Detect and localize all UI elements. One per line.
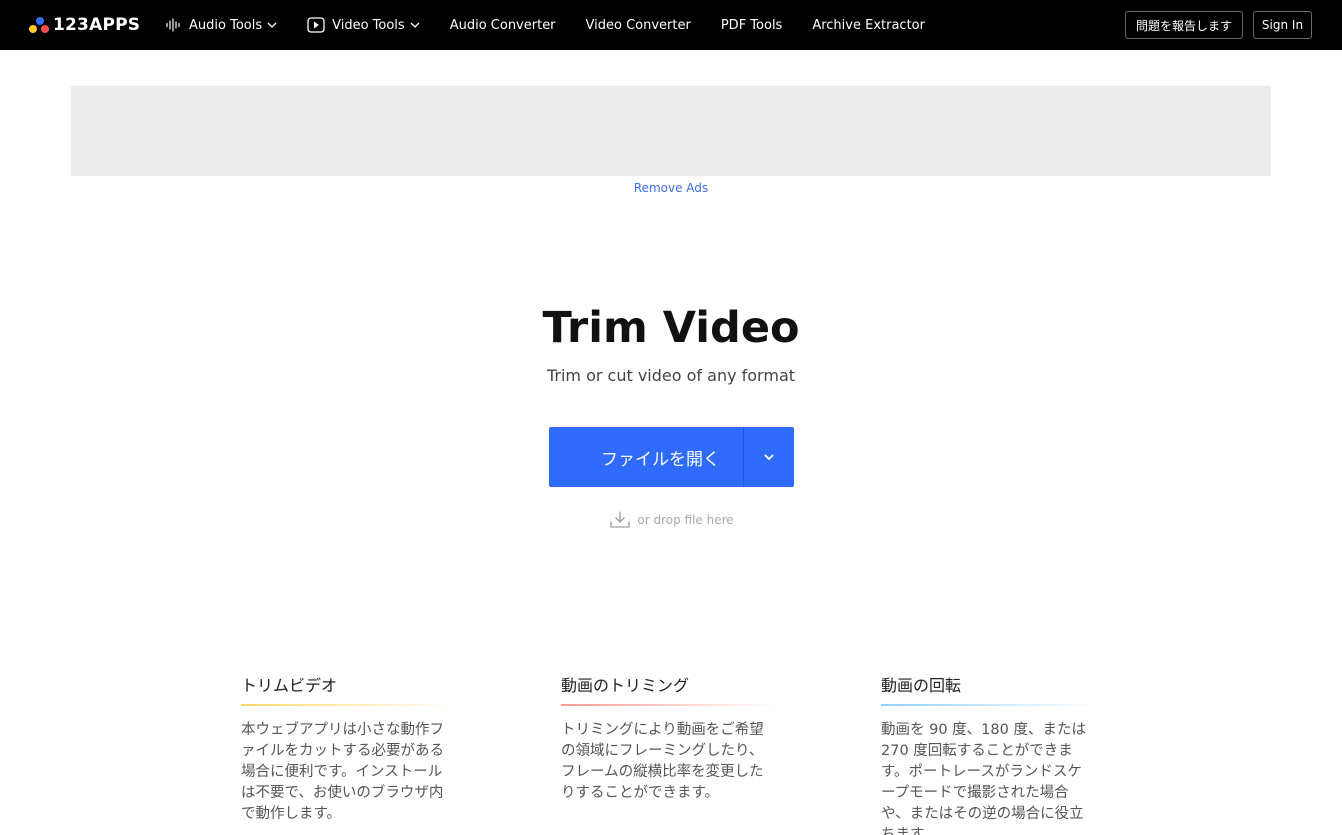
feature-title: トリムビデオ [241, 676, 338, 695]
page-subtitle: Trim or cut video of any format [546, 366, 796, 385]
nav-audio-tools-label: Audio Tools [189, 17, 263, 33]
logo-dot-yellow [29, 25, 37, 33]
feature-text: トリミングにより動画をご希望の領域にフレーミングしたり、フレームの縦横比率を変更… [561, 722, 764, 801]
logo[interactable]: 123APPS [29, 14, 140, 36]
feature-text: 動画を 90 度、180 度、または 270 度回転することができます。ポートレ… [881, 722, 1086, 835]
nav-archive-extractor[interactable]: Archive Extractor [812, 18, 925, 33]
nav-video-tools[interactable]: Video Tools [307, 17, 420, 33]
logo-dot-red [41, 25, 49, 33]
remove-ads-link[interactable]: Remove Ads [0, 181, 1342, 195]
ad-banner [71, 86, 1271, 176]
logo-dot-blue [36, 17, 44, 25]
feature-underline [241, 704, 456, 706]
feature-trim-video: トリムビデオ 本ウェブアプリは小さな動作ファイルをカットする必要がある場合に便利… [241, 674, 456, 825]
open-file-button-group: ファイルを開く [549, 427, 794, 487]
download-icon [610, 511, 631, 529]
logo-text: 123APPS [53, 15, 141, 35]
nav-video-tools-label: Video Tools [332, 17, 405, 33]
drop-file-label: or drop file here [637, 513, 734, 527]
nav-video-converter[interactable]: Video Converter [586, 18, 691, 33]
sign-in-button[interactable]: Sign In [1253, 11, 1312, 39]
play-icon [307, 17, 325, 33]
feature-title: 動画のトリミング [561, 676, 690, 695]
feature-crop-video: 動画のトリミング トリミングにより動画をご希望の領域にフレーミングしたり、フレー… [561, 674, 776, 804]
chevron-down-icon [763, 453, 775, 461]
page-title: Trim Video [542, 303, 800, 353]
nav-audio-converter[interactable]: Audio Converter [450, 18, 556, 33]
nav-pdf-tools[interactable]: PDF Tools [721, 18, 782, 33]
drop-zone-hint: or drop file here [0, 511, 1342, 529]
chevron-down-icon [410, 22, 420, 28]
top-navbar: 123APPS Audio Tools Video Tools Audio Co… [0, 0, 1342, 50]
nav-audio-tools[interactable]: Audio Tools [166, 18, 277, 33]
open-file-dropdown-button[interactable] [744, 427, 794, 487]
feature-underline [561, 704, 776, 706]
feature-text: 本ウェブアプリは小さな動作ファイルをカットする必要がある場合に便利です。インスト… [241, 722, 444, 822]
feature-rotate-video: 動画の回転 動画を 90 度、180 度、または 270 度回転することができま… [881, 674, 1096, 835]
report-issue-button[interactable]: 問題を報告します [1125, 11, 1243, 39]
feature-underline [881, 704, 1096, 706]
audio-wave-icon [166, 18, 182, 32]
chevron-down-icon [267, 22, 277, 28]
open-file-button[interactable]: ファイルを開く [549, 427, 743, 487]
logo-dots-icon [29, 15, 49, 35]
main-nav: Audio Tools Video Tools Audio Converter … [166, 0, 955, 50]
feature-title: 動画の回転 [881, 676, 962, 695]
